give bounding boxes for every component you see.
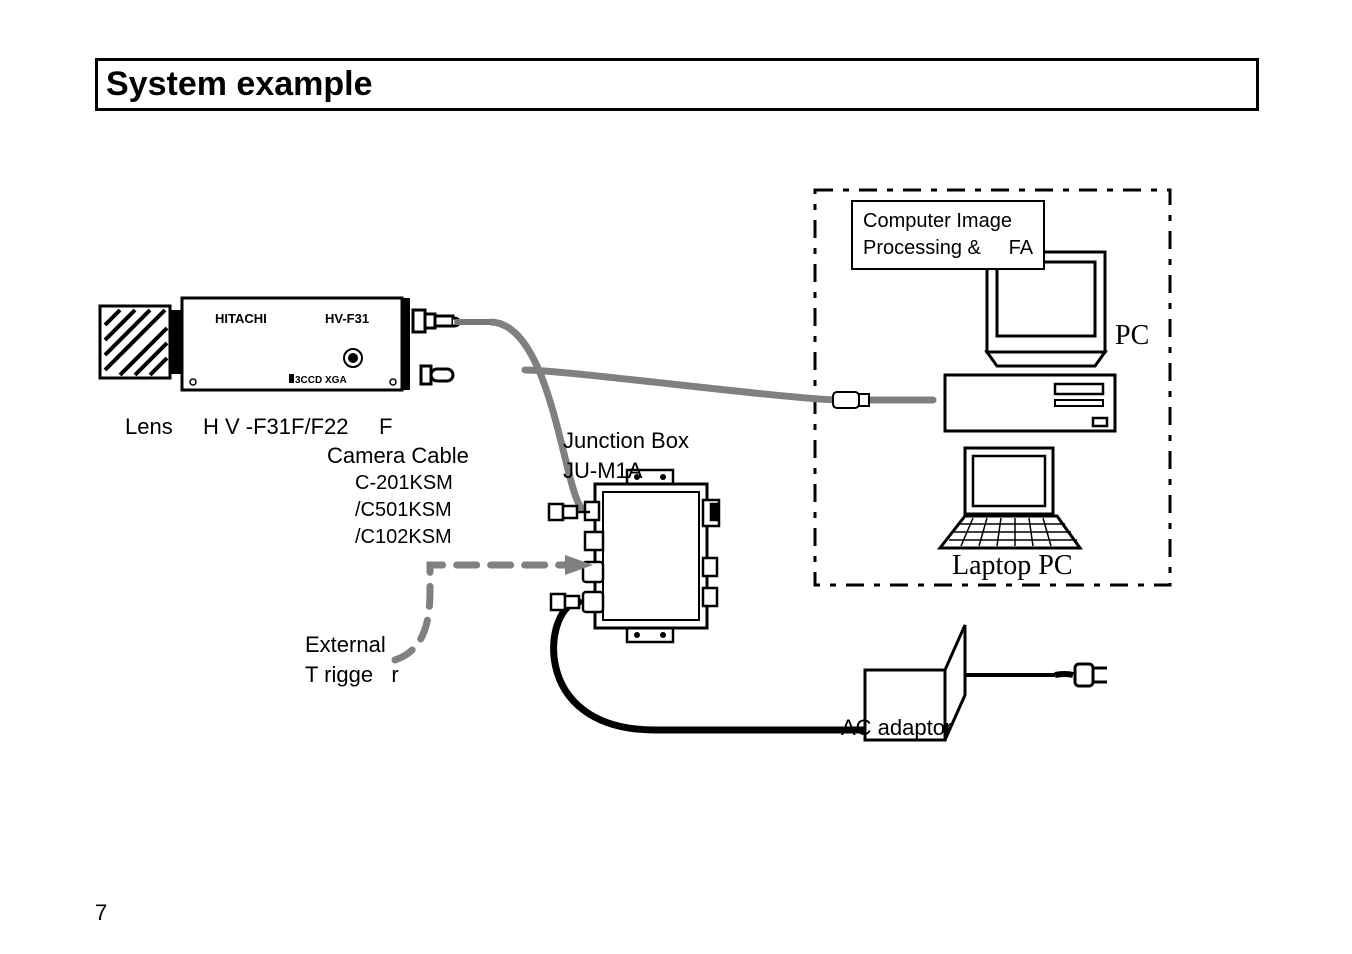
lens-label: Lens [125,414,173,440]
pc-icon [945,252,1115,431]
camera-model-label: H V -F31F/F22 F [203,414,392,440]
pc-label: PC [1115,320,1149,352]
camera-connectors-icon [413,310,490,384]
camera-brand: HITACHI [215,311,267,326]
junction-box-icon [583,470,719,642]
data-cable-path [525,370,933,400]
junction-box-label: Junction Box JU-M1A [563,426,689,485]
pc-plug-icon [833,392,869,408]
camera-icon: HITACHI HV-F31 3CCD XGA [182,298,410,390]
external-trigger-label: External T rigge r [305,630,399,689]
system-diagram: HITACHI HV-F31 3CCD XGA [95,170,1259,750]
laptop-label: Laptop PC [952,550,1073,582]
camera-model-small: HV-F31 [325,311,369,326]
laptop-icon [940,448,1080,548]
camera-cable-models-label: C-201KSM /C501KSM /C102KSM [355,470,453,551]
computer-processing-label: Computer Image Processing & FA [851,200,1045,270]
page-number: 7 [95,900,107,926]
section-title: System example [95,58,1259,111]
section-title-text: System example [106,65,1248,104]
camera-cable-title-label: Camera Cable [327,443,469,469]
camera-marks: 3CCD XGA [295,375,347,386]
ac-adaptor-label: AC adaptor [841,715,952,741]
lens-icon [100,306,182,378]
